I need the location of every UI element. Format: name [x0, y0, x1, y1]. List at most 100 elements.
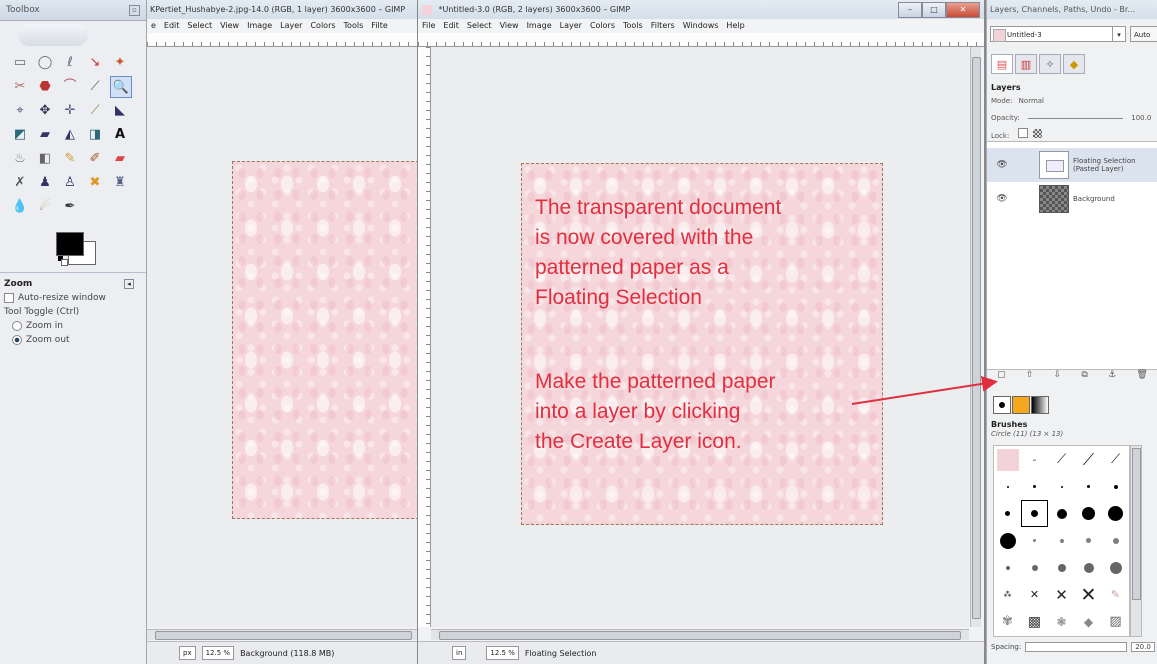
scale-tool-icon[interactable]: ◩ [10, 124, 30, 144]
brush-item[interactable] [1102, 500, 1129, 527]
window1-canvas-area[interactable] [147, 47, 417, 627]
layer-row-background[interactable]: 👁 Background [987, 182, 1157, 216]
rotate-tool-icon[interactable]: ◣ [110, 100, 130, 120]
perspective-tool-icon[interactable]: ◭ [60, 124, 80, 144]
menu-item-filte[interactable]: Filte [371, 19, 388, 33]
tab-paths-icon[interactable]: ✧ [1039, 54, 1061, 74]
brushes-scrollbar[interactable] [1130, 445, 1142, 637]
mode-value[interactable]: Normal [1019, 97, 1044, 105]
menu-item-edit[interactable]: Edit [164, 19, 180, 33]
zoom-out-radio[interactable] [12, 335, 22, 345]
text-tool-icon[interactable]: A [110, 124, 130, 144]
menu-item-tools[interactable]: Tools [623, 19, 643, 33]
maximize-icon[interactable]: □ [922, 2, 946, 18]
menu-item-colors[interactable]: Colors [590, 19, 615, 33]
fuzzy-select-tool-icon[interactable]: ↘ [85, 52, 105, 72]
window2-horizontal-ruler[interactable] [418, 33, 984, 47]
window2-vscroll-thumb[interactable] [972, 57, 981, 619]
foreground-color-swatch[interactable] [56, 232, 84, 256]
layer-row-floating-selection[interactable]: 👁 Floating Selection (Pasted Layer) [987, 148, 1157, 182]
brush-item[interactable]: ▨ [1102, 608, 1129, 635]
spacing-slider[interactable] [1025, 642, 1128, 652]
window2-vertical-scrollbar[interactable] [970, 47, 981, 627]
brushes-scroll-thumb[interactable] [1132, 448, 1141, 600]
opacity-slider[interactable] [1028, 117, 1124, 119]
menu-item-layer[interactable]: Layer [280, 19, 302, 33]
window1-unit-select[interactable]: px [179, 646, 196, 660]
brush-item[interactable]: ✎ [1102, 581, 1129, 608]
ellipse-select-tool-icon[interactable]: ◯ [35, 52, 55, 72]
tab-undo-icon[interactable]: ◆ [1063, 54, 1085, 74]
brush-item[interactable] [1048, 554, 1075, 581]
brush-item[interactable]: ✕ [1075, 581, 1102, 608]
window1-hscroll-thumb[interactable] [155, 631, 412, 640]
chevron-down-icon[interactable]: ▾ [1112, 27, 1125, 41]
brush-item[interactable]: ✕ [1048, 581, 1075, 608]
layer-name[interactable]: Background [1073, 195, 1115, 203]
brush-item[interactable]: ⁂ [994, 581, 1021, 608]
brush-item[interactable] [1075, 473, 1102, 500]
brush-item[interactable] [1075, 554, 1102, 581]
tab-gradients-icon[interactable] [1031, 396, 1049, 414]
minimize-icon[interactable]: – [898, 2, 922, 18]
airbrush-tool-icon[interactable]: ✗ [10, 172, 30, 192]
brush-item[interactable] [1102, 527, 1129, 554]
lower-layer-icon[interactable]: ⇩ [1054, 370, 1062, 380]
smudge-tool-icon[interactable]: 💧 [10, 196, 30, 216]
image-select-combo[interactable]: Untitled-3 ▾ [990, 26, 1126, 42]
convolve-tool-icon[interactable]: ♜ [110, 172, 130, 192]
zoom-tool-icon[interactable]: 🔍 [110, 76, 132, 98]
select-by-color-tool-icon[interactable]: ✦ [110, 52, 130, 72]
brush-item[interactable] [1021, 473, 1048, 500]
paths-tool-icon[interactable]: ⌒ [60, 76, 80, 96]
window2-horizontal-scrollbar[interactable] [431, 629, 969, 640]
brush-item[interactable]: ▩ [1021, 608, 1048, 635]
brush-item[interactable] [994, 527, 1021, 554]
menu-item-windows[interactable]: Windows [683, 19, 719, 33]
menu-item-filters[interactable]: Filters [651, 19, 675, 33]
move-tool-icon[interactable]: ✥ [35, 100, 55, 120]
eye-icon[interactable]: 👁 [993, 194, 1011, 204]
menu-item-select[interactable]: Select [187, 19, 212, 33]
brush-item[interactable]: ✕ [1021, 581, 1048, 608]
close-icon[interactable]: ✕ [946, 2, 980, 18]
eraser-tool-icon[interactable]: ▰ [110, 148, 130, 168]
brush-item[interactable]: ⟋ [1102, 446, 1129, 473]
paintbrush-tool-icon[interactable]: ✐ [85, 148, 105, 168]
perspective-clone-tool-icon[interactable]: ✖ [85, 172, 105, 192]
brush-item[interactable] [1048, 473, 1075, 500]
opacity-value[interactable]: 100.0 [1131, 114, 1151, 122]
ink-tool-icon[interactable]: ✒ [60, 196, 80, 216]
brush-item[interactable] [1021, 527, 1048, 554]
menu-item-select[interactable]: Select [467, 19, 492, 33]
layer-name[interactable]: Floating Selection (Pasted Layer) [1073, 157, 1136, 173]
raise-layer-icon[interactable]: ⇧ [1026, 370, 1034, 380]
brush-item[interactable] [1075, 527, 1102, 554]
window2-zoom-select[interactable]: 12.5 % [486, 646, 519, 660]
duplicate-layer-icon[interactable]: ⧉ [1081, 370, 1087, 380]
tab-patterns-icon[interactable] [1012, 396, 1030, 414]
brush-item[interactable] [1021, 554, 1048, 581]
window1-horizontal-scrollbar[interactable] [147, 629, 417, 640]
wilber-drop-area[interactable] [18, 24, 88, 46]
scissors-tool-icon[interactable]: ✂ [10, 76, 30, 96]
measure-tool-icon[interactable]: ⌖ [10, 100, 30, 120]
menu-item-view[interactable]: View [500, 19, 519, 33]
tab-brushes-icon[interactable] [993, 396, 1011, 414]
align-tool-icon[interactable]: ✛ [60, 100, 80, 120]
brush-item[interactable] [994, 500, 1021, 527]
window2-vertical-ruler[interactable] [418, 47, 431, 627]
anchor-layer-icon[interactable]: ⚓ [1108, 370, 1116, 380]
tab-channels-icon[interactable]: ▥ [1015, 54, 1037, 74]
crop-tool-icon[interactable]: ⟋ [85, 100, 105, 120]
menu-item-view[interactable]: View [220, 19, 239, 33]
menu-item-help[interactable]: Help [726, 19, 744, 33]
brush-item-selected[interactable] [1021, 500, 1048, 527]
lock-alpha-icon[interactable] [1032, 129, 1042, 138]
auto-resize-option[interactable]: Auto-resize window [0, 291, 146, 305]
menu-item-file[interactable]: File [422, 19, 435, 33]
brush-item[interactable] [994, 446, 1021, 473]
color-picker-tool-icon[interactable]: ⟋ [85, 76, 105, 96]
toolbox-close-icon[interactable]: ▫ [129, 5, 140, 16]
blend-tool-icon[interactable]: ◧ [35, 148, 55, 168]
